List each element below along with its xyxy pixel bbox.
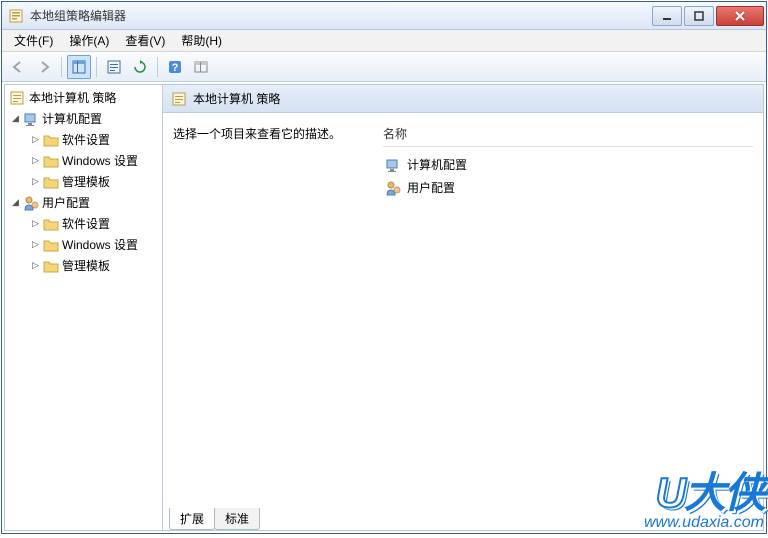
- help-button[interactable]: ?: [163, 55, 187, 79]
- toolbar-separator: [157, 57, 158, 77]
- collapse-icon[interactable]: ◢: [11, 114, 20, 123]
- close-button[interactable]: [716, 6, 764, 26]
- user-icon: [23, 195, 39, 211]
- details-title: 本地计算机 策略: [193, 90, 280, 107]
- tree-node-label: 软件设置: [62, 131, 110, 148]
- user-icon: [385, 180, 401, 196]
- app-icon: [8, 8, 24, 24]
- folder-icon: [43, 174, 59, 190]
- tree-node-user-config[interactable]: ◢ 用户配置: [5, 192, 162, 213]
- folder-icon: [43, 132, 59, 148]
- maximize-button[interactable]: [684, 6, 714, 26]
- svg-text:?: ?: [172, 62, 179, 74]
- tree-node-label: 计算机配置: [42, 110, 102, 127]
- name-column-header[interactable]: 名称: [383, 125, 753, 147]
- minimize-button[interactable]: [652, 6, 682, 26]
- item-list-column: 名称 计算机配置 用户配置: [383, 125, 753, 504]
- tree-node-label: 管理模板: [62, 173, 110, 190]
- refresh-button[interactable]: [128, 55, 152, 79]
- expand-icon[interactable]: ▷: [31, 240, 40, 249]
- collapse-icon[interactable]: ◢: [11, 198, 20, 207]
- properties-button[interactable]: [102, 55, 126, 79]
- menu-file[interactable]: 文件(F): [6, 30, 61, 51]
- folder-icon: [43, 153, 59, 169]
- tree-root-label: 本地计算机 策略: [29, 89, 116, 106]
- up-button[interactable]: [67, 55, 91, 79]
- toolbar-separator: [61, 57, 62, 77]
- menu-view[interactable]: 查看(V): [117, 30, 173, 51]
- list-item-label: 计算机配置: [407, 156, 467, 173]
- show-hide-button[interactable]: [189, 55, 213, 79]
- tree-root[interactable]: 本地计算机 策略: [5, 87, 162, 108]
- tree-node-label: Windows 设置: [62, 236, 138, 253]
- toolbar: ?: [2, 52, 766, 82]
- titlebar: 本地组策略编辑器: [2, 2, 766, 30]
- expand-icon[interactable]: ▷: [31, 156, 40, 165]
- details-header: 本地计算机 策略: [163, 85, 763, 113]
- tab-strip: 扩展 标准: [163, 508, 763, 530]
- details-pane: 本地计算机 策略 选择一个项目来查看它的描述。 名称 计算机配置 用户配置: [163, 85, 763, 530]
- computer-icon: [385, 157, 401, 173]
- computer-icon: [23, 111, 39, 127]
- document-icon: [9, 90, 25, 106]
- folder-icon: [43, 258, 59, 274]
- description-prompt: 选择一个项目来查看它的描述。: [173, 125, 363, 142]
- menu-help[interactable]: 帮助(H): [173, 30, 230, 51]
- folder-icon: [43, 237, 59, 253]
- list-item[interactable]: 计算机配置: [383, 153, 753, 176]
- document-icon: [171, 91, 187, 107]
- forward-button[interactable]: [32, 55, 56, 79]
- expand-icon[interactable]: ▷: [31, 177, 40, 186]
- tree-node-software-settings[interactable]: ▷ 软件设置: [21, 129, 162, 150]
- expand-icon[interactable]: ▷: [31, 261, 40, 270]
- window-title: 本地组策略编辑器: [30, 7, 652, 24]
- tree-node-software-settings[interactable]: ▷ 软件设置: [21, 213, 162, 234]
- folder-icon: [43, 216, 59, 232]
- tree-node-label: 软件设置: [62, 215, 110, 232]
- expand-icon[interactable]: ▷: [31, 135, 40, 144]
- expand-icon[interactable]: ▷: [31, 219, 40, 228]
- description-column: 选择一个项目来查看它的描述。: [173, 125, 363, 504]
- tree-node-windows-settings[interactable]: ▷ Windows 设置: [21, 150, 162, 171]
- list-item-label: 用户配置: [407, 179, 455, 196]
- tab-standard[interactable]: 标准: [214, 508, 260, 530]
- tab-extended[interactable]: 扩展: [169, 508, 215, 530]
- tree-node-computer-config[interactable]: ◢ 计算机配置: [5, 108, 162, 129]
- tree-node-label: 用户配置: [42, 194, 90, 211]
- tree-node-admin-templates[interactable]: ▷ 管理模板: [21, 255, 162, 276]
- back-button[interactable]: [6, 55, 30, 79]
- tree-node-label: 管理模板: [62, 257, 110, 274]
- list-item[interactable]: 用户配置: [383, 176, 753, 199]
- menu-action[interactable]: 操作(A): [61, 30, 117, 51]
- tree-pane: 本地计算机 策略 ◢ 计算机配置 ▷ 软件设置 ▷ Windows 设置: [5, 85, 163, 530]
- tree-node-windows-settings[interactable]: ▷ Windows 设置: [21, 234, 162, 255]
- toolbar-separator: [96, 57, 97, 77]
- tree-node-admin-templates[interactable]: ▷ 管理模板: [21, 171, 162, 192]
- menubar: 文件(F) 操作(A) 查看(V) 帮助(H): [2, 30, 766, 52]
- tree-node-label: Windows 设置: [62, 152, 138, 169]
